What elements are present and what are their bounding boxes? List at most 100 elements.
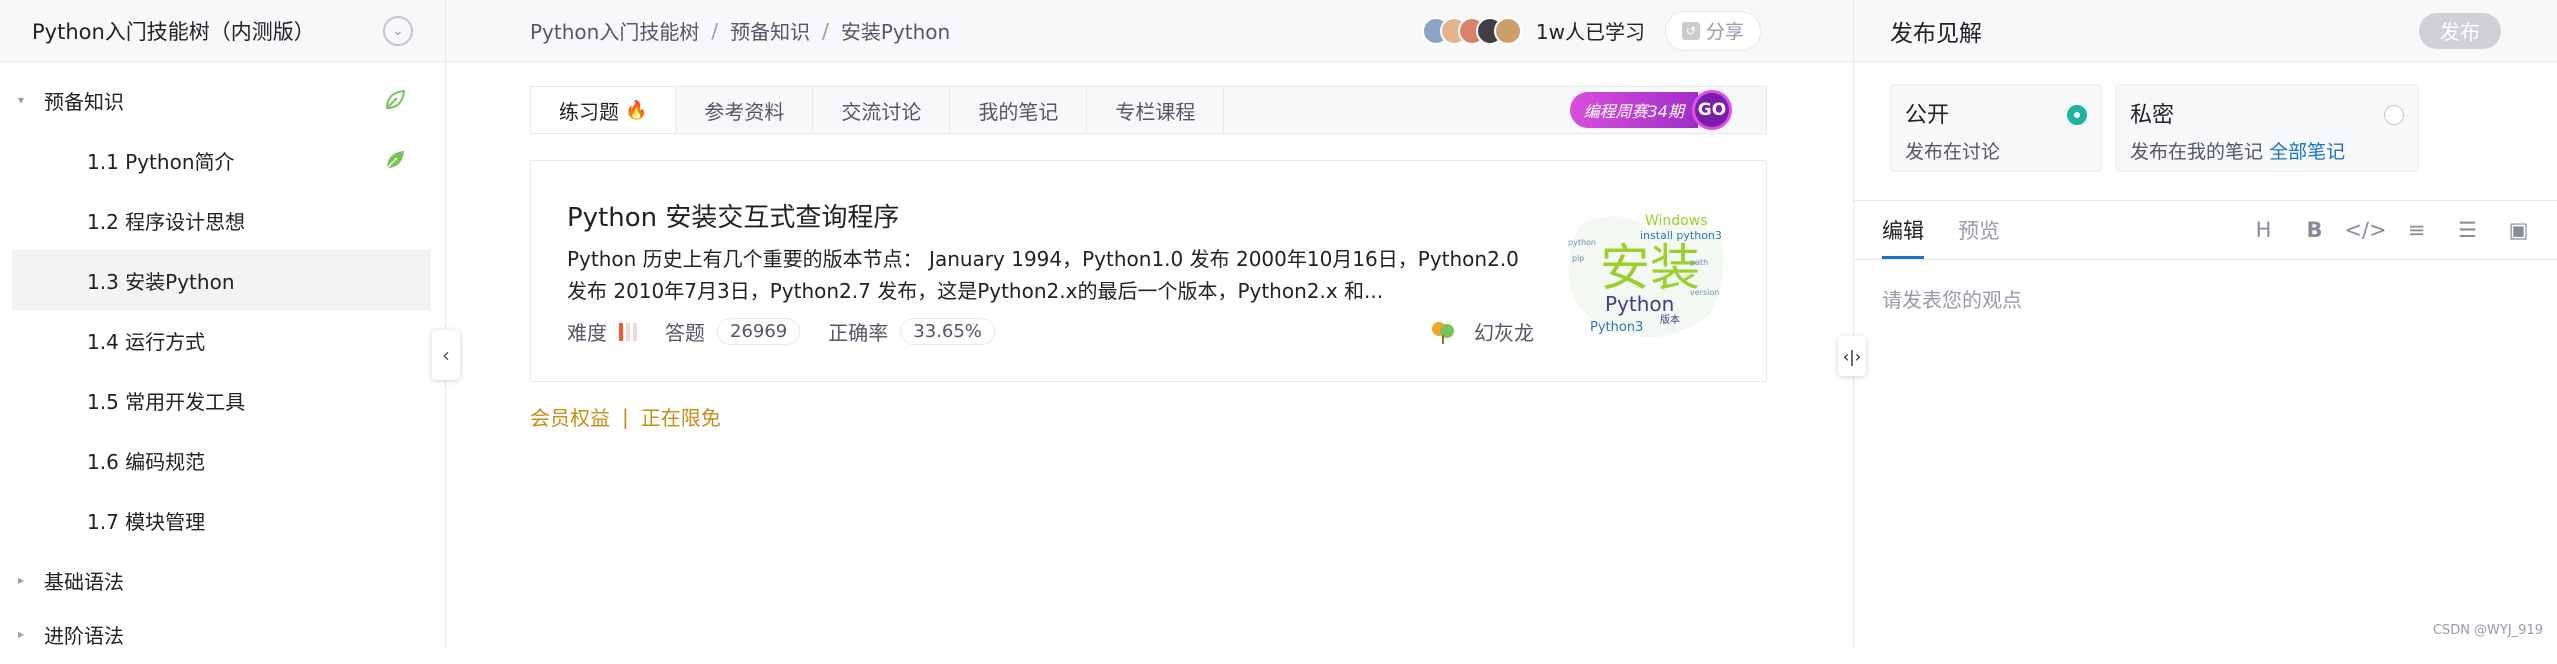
wordcloud-main: 安装 (1600, 239, 1700, 297)
watermark: CSDN @WYJ_919 (2432, 623, 2543, 638)
tree-item-label: 1.5 常用开发工具 (87, 389, 246, 414)
tree-item-coding-standard[interactable]: 1.6 编码规范 (12, 430, 431, 490)
caret-down-icon: ▾ (18, 93, 25, 107)
tree-item-install-python[interactable]: 1.3 安装Python (12, 250, 431, 310)
difficulty-bar (619, 322, 637, 341)
main-content: Python入门技能树 / 预备知识 / 安装Python 1w人已学习 ↺ 分… (446, 0, 1853, 648)
numbered-list-icon[interactable]: ☰ (2442, 218, 2493, 242)
breadcrumb-item[interactable]: 预备知识 (730, 16, 810, 45)
caret-right-icon: ▸ (18, 627, 25, 641)
author-name: 幻灰龙 (1474, 321, 1534, 345)
image-icon[interactable]: ▣ (2493, 218, 2544, 242)
tab-label: 参考资料 (704, 99, 785, 124)
wordcloud-word: Python3 (1590, 320, 1643, 335)
publish-panel: 发布见解 发布 公开 发布在讨论 私密 发布在我的笔记 全部笔记 编辑 预览 H… (1853, 0, 2557, 648)
tab-column-courses[interactable]: 专栏课程 (1087, 87, 1225, 133)
editor-placeholder: 请发表您的观点 (1882, 288, 2022, 312)
answers-label: 答题 (665, 321, 705, 345)
tab-exercises[interactable]: 练习题 🔥 (531, 87, 677, 133)
share-label: 分享 (1705, 21, 1744, 43)
tree-item-module-mgmt[interactable]: 1.7 模块管理 (12, 490, 431, 550)
free-limited-link[interactable]: 正在限免 (641, 402, 721, 431)
exercise-title[interactable]: Python 安装交互式查询程序 (567, 197, 899, 234)
all-notes-link[interactable]: 全部笔记 (2269, 141, 2345, 163)
skill-tree-title: Python入门技能树（内测版） (32, 19, 315, 44)
topbar: Python入门技能树 / 预备知识 / 安装Python 1w人已学习 ↺ 分… (446, 0, 1853, 62)
radio-selected-icon[interactable] (2067, 105, 2087, 125)
tree-item-run-mode[interactable]: 1.4 运行方式 (12, 310, 431, 370)
avatar (1493, 16, 1522, 45)
tab-edit[interactable]: 编辑 (1882, 201, 1924, 259)
tree-group-advanced-syntax[interactable]: ▸ 进阶语法 (0, 604, 445, 664)
tree-group-basic-syntax[interactable]: ▸ 基础语法 (0, 550, 445, 610)
code-icon[interactable]: </> (2340, 218, 2391, 242)
tab-label: 我的笔记 (978, 99, 1059, 124)
learner-count: 1w人已学习 (1535, 20, 1645, 44)
exercise-card[interactable]: Python 安装交互式查询程序 Python 历史上有几个重要的版本节点： J… (530, 160, 1767, 382)
visibility-title: 公开 (1905, 103, 1950, 128)
sidebar-header: Python入门技能树（内测版） ⌄ (0, 0, 445, 62)
tree-item-label: 1.7 模块管理 (87, 509, 206, 534)
weekly-contest-promo[interactable]: 编程周赛34期 GO (1569, 90, 1732, 130)
bold-icon[interactable]: B (2289, 218, 2340, 242)
tab-label: 编辑 (1882, 219, 1924, 243)
difficulty-segment (619, 322, 623, 341)
answers-count: 26969 (717, 318, 801, 345)
exercise-description: Python 历史上有几个重要的版本节点： January 1994，Pytho… (567, 247, 1519, 303)
member-benefit-link[interactable]: 会员权益 (530, 402, 610, 431)
tab-label: 专栏课程 (1115, 99, 1196, 124)
breadcrumb-item[interactable]: 安装Python (841, 16, 950, 45)
accuracy-label: 正确率 (828, 321, 889, 345)
wordcloud-filler: version (1690, 288, 1719, 297)
leaf-filled-icon (386, 151, 404, 169)
author[interactable]: 幻灰龙 (1430, 317, 1534, 346)
wordcloud-filler: pip (1572, 254, 1584, 263)
tab-references[interactable]: 参考资料 (676, 87, 814, 133)
difficulty-segment (633, 322, 637, 341)
tab-preview[interactable]: 预览 (1958, 201, 2000, 259)
wordcloud-filler: path (1690, 258, 1708, 267)
tab-discussion[interactable]: 交流讨论 (813, 87, 951, 133)
radio-unselected-icon[interactable] (2384, 105, 2404, 125)
flame-icon: 🔥 (625, 99, 648, 121)
visibility-public-option[interactable]: 公开 发布在讨论 (1890, 84, 2102, 172)
tree-item-python-intro[interactable]: 1.1 Python简介 (12, 130, 431, 190)
tree-group-prereq[interactable]: ▾ 预备知识 (0, 70, 445, 130)
visibility-private-option[interactable]: 私密 发布在我的笔记 全部笔记 (2115, 84, 2419, 172)
wordcloud-word: Python (1605, 292, 1674, 316)
difficulty-segment (626, 322, 630, 341)
editor-toolbar: H B </> ≡ ☰ ▣ (2238, 201, 2544, 259)
tree-item-dev-tools[interactable]: 1.5 常用开发工具 (12, 370, 431, 430)
tree-item-label: 1.6 编码规范 (87, 449, 206, 474)
promo-label: 编程周赛34期 (1569, 92, 1698, 128)
caret-right-icon: ▸ (18, 573, 25, 587)
tab-label: 预览 (1958, 219, 2000, 243)
note-editor[interactable]: 请发表您的观点 (1882, 284, 2022, 313)
member-links: 会员权益 | 正在限免 (530, 402, 721, 431)
accuracy-value: 33.65% (900, 318, 995, 345)
tree-item-label: 1.3 安装Python (87, 269, 235, 294)
chevron-down-icon[interactable]: ⌄ (383, 15, 413, 46)
tree-item-design-thinking[interactable]: 1.2 程序设计思想 (12, 190, 431, 250)
tree-group-label: 基础语法 (44, 569, 124, 594)
breadcrumb-separator: / (711, 18, 719, 43)
bullet-list-icon[interactable]: ≡ (2391, 218, 2442, 242)
resize-handle-icon[interactable]: ‹|› (1838, 336, 1866, 376)
collapse-sidebar-button[interactable]: ‹ (432, 330, 460, 380)
share-button[interactable]: ↺ 分享 (1664, 10, 1761, 51)
wordcloud-filler: python (1568, 238, 1596, 247)
member-separator: | (622, 404, 629, 429)
heading-icon[interactable]: H (2238, 218, 2289, 242)
tab-label: 交流讨论 (841, 99, 922, 124)
promo-go-button[interactable]: GO (1692, 90, 1732, 130)
breadcrumb-item[interactable]: Python入门技能树 (530, 16, 699, 45)
visibility-subtitle: 发布在讨论 (1905, 141, 2001, 163)
tree-item-label: 1.4 运行方式 (87, 329, 206, 354)
sidebar: Python入门技能树（内测版） ⌄ ▾ 预备知识 1.1 Python简介 1… (0, 0, 446, 648)
learner-avatars (1421, 16, 1522, 45)
publish-title: 发布见解 (1890, 20, 1982, 47)
wordcloud-word: install python3 (1640, 229, 1722, 242)
publish-button[interactable]: 发布 (2419, 12, 2501, 49)
tab-my-notes[interactable]: 我的笔记 (950, 87, 1088, 133)
wordcloud-word: Windows (1645, 213, 1708, 229)
